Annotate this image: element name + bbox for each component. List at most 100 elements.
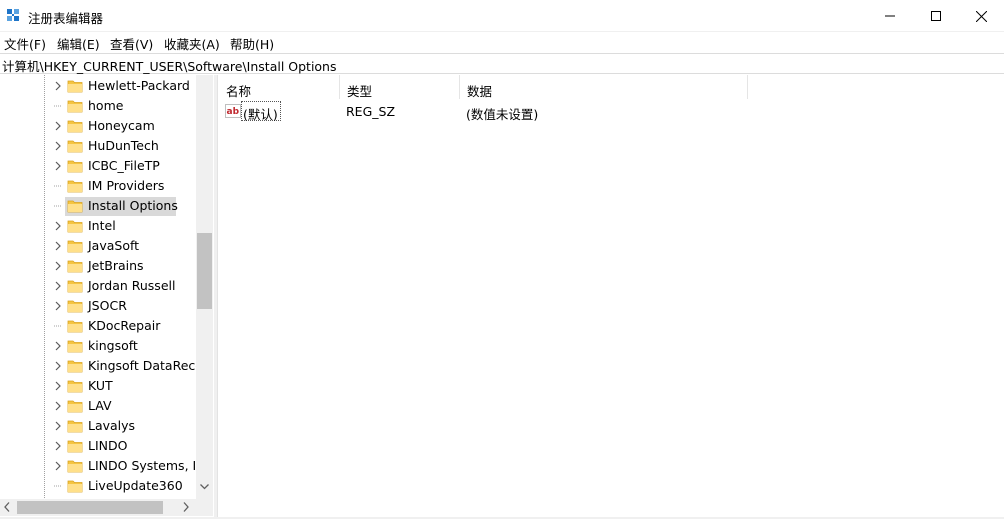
folder-icon [67, 400, 83, 413]
tree-item-label: LiveUpdate360 [88, 478, 183, 493]
chevron-right-icon[interactable] [54, 161, 62, 171]
tree-item[interactable]: Kingsoft DataReco [0, 356, 203, 376]
address-path[interactable]: 计算机\HKEY_CURRENT_USER\Software\Install O… [2, 56, 337, 75]
folder-icon [67, 320, 83, 333]
chevron-right-icon[interactable] [54, 301, 62, 311]
chevron-right-icon[interactable] [54, 261, 62, 271]
chevron-right-icon[interactable] [54, 441, 62, 451]
chevron-right-icon[interactable] [54, 361, 62, 371]
tree-item[interactable]: KDocRepair [0, 316, 196, 336]
svg-text:ab: ab [227, 107, 240, 117]
chevron-right-icon[interactable] [54, 121, 62, 131]
maximize-button[interactable] [913, 0, 959, 32]
maximize-icon [931, 11, 941, 21]
registry-editor-icon [7, 9, 19, 21]
tree-item-label: kingsoft [88, 338, 138, 353]
tree-item[interactable]: LiveUpdate360 [0, 476, 196, 496]
folder-icon [67, 180, 83, 193]
folder-icon [67, 140, 83, 153]
column-header-type[interactable]: 类型 [340, 75, 460, 99]
tree-item[interactable]: KUT [0, 376, 196, 396]
tree-item[interactable]: LINDO Systems, In [0, 456, 204, 476]
folder-icon [67, 420, 83, 433]
tree-item-label: JSOCR [88, 298, 127, 313]
tree-item-label: KUT [88, 378, 113, 393]
tree-item[interactable]: Jordan Russell [0, 276, 196, 296]
chevron-right-icon[interactable] [54, 241, 62, 251]
folder-icon [67, 280, 83, 293]
tree-item[interactable]: Hewlett-Packard [0, 76, 196, 96]
menu-file[interactable]: 文件(F) [4, 34, 46, 53]
value-data: (数值未设置) [466, 107, 539, 122]
tree-item-label: KDocRepair [88, 318, 161, 333]
chevron-right-icon[interactable] [54, 221, 62, 231]
key-tree[interactable]: Hewlett-Packard home Honeycam HuDunTech ICBC… [0, 75, 213, 519]
close-button[interactable] [958, 0, 1004, 32]
folder-icon [67, 220, 83, 233]
string-value-icon: ab [225, 104, 241, 118]
chevron-right-icon[interactable] [54, 421, 62, 431]
tree-item-label: IM Providers [88, 178, 165, 193]
tree-item[interactable]: JavaSoft [0, 236, 196, 256]
horizontal-scroll-thumb[interactable] [17, 501, 163, 514]
tree-item[interactable]: Lavalys [0, 416, 196, 436]
tree-item[interactable]: LINDO [0, 436, 196, 456]
tree-horizontal-scrollbar[interactable] [0, 499, 213, 516]
tree-branch-line [54, 185, 62, 187]
tree-item[interactable]: home [0, 96, 196, 116]
tree-branch-line [54, 325, 62, 327]
folder-icon [67, 80, 83, 93]
folder-icon [67, 460, 83, 473]
tree-item-label: JavaSoft [88, 238, 140, 253]
title-bar: 注册表编辑器 [0, 0, 1004, 32]
tree-item[interactable]: Honeycam [0, 116, 196, 136]
chevron-right-icon[interactable] [54, 281, 62, 291]
chevron-right-icon[interactable] [54, 141, 62, 151]
tree-item[interactable]: Install Options [0, 196, 196, 216]
folder-icon [67, 260, 83, 273]
minimize-button[interactable] [867, 0, 913, 32]
tree-item[interactable]: kingsoft [0, 336, 196, 356]
tree-vertical-scrollbar[interactable] [196, 75, 213, 499]
list-header: 名称 类型 数据 [219, 75, 1004, 99]
scroll-left-icon[interactable] [4, 502, 10, 512]
values-list[interactable]: 名称 类型 数据 ab (默认) REG_SZ (数值未设置) [219, 75, 1004, 517]
tree-item[interactable]: HuDunTech [0, 136, 196, 156]
vertical-scroll-thumb[interactable] [197, 233, 212, 309]
value-name[interactable]: (默认) [241, 101, 281, 122]
menu-favorites[interactable]: 收藏夹(A) [164, 34, 220, 53]
chevron-right-icon[interactable] [54, 461, 62, 471]
column-header-data[interactable]: 数据 [460, 75, 748, 99]
menu-help[interactable]: 帮助(H) [230, 34, 274, 53]
tree-item-label: Install Options [88, 198, 178, 213]
tree-branch-line [54, 485, 62, 487]
scroll-right-icon[interactable] [183, 502, 189, 512]
tree-item-label: home [88, 98, 124, 113]
tree-branch-line [54, 105, 62, 107]
tree-item[interactable]: JSOCR [0, 296, 196, 316]
tree-item[interactable]: IM Providers [0, 176, 196, 196]
menu-edit[interactable]: 编辑(E) [57, 34, 100, 53]
chevron-right-icon[interactable] [54, 81, 62, 91]
menu-view[interactable]: 查看(V) [110, 34, 153, 53]
scroll-down-icon[interactable] [200, 484, 209, 490]
folder-icon [67, 200, 83, 213]
tree-item[interactable]: JetBrains [0, 256, 196, 276]
tree-item-label: Honeycam [88, 118, 155, 133]
tree-item-label: Intel [88, 218, 116, 233]
chevron-right-icon[interactable] [54, 401, 62, 411]
tree-item[interactable]: Intel [0, 216, 196, 236]
column-header-name[interactable]: 名称 [219, 75, 340, 99]
menu-bar: 文件(F) 编辑(E) 查看(V) 收藏夹(A) 帮助(H) [0, 32, 1004, 52]
pane-splitter[interactable] [214, 75, 218, 519]
value-row[interactable]: ab (默认) REG_SZ (数值未设置) [219, 101, 1004, 122]
tree-item-label: HuDunTech [88, 138, 159, 153]
folder-icon [67, 100, 83, 113]
tree-item-label: LINDO [88, 438, 128, 453]
address-bar[interactable]: 计算机\HKEY_CURRENT_USER\Software\Install O… [0, 53, 1004, 74]
tree-item[interactable]: LAV [0, 396, 196, 416]
tree-item[interactable]: ICBC_FileTP [0, 156, 196, 176]
chevron-right-icon[interactable] [54, 381, 62, 391]
window-title: 注册表编辑器 [28, 11, 104, 26]
chevron-right-icon[interactable] [54, 341, 62, 351]
